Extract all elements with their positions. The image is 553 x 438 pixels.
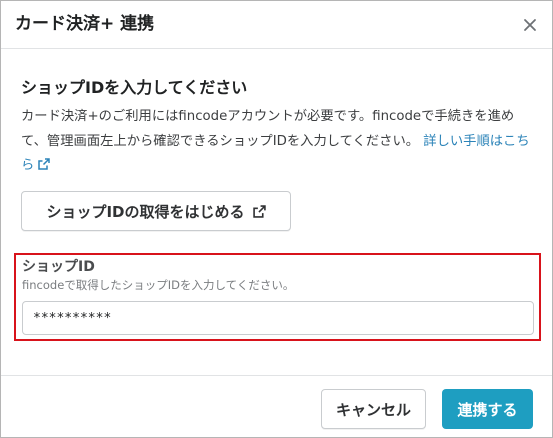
shop-id-label: ショップID xyxy=(22,259,95,275)
dialog-title: カード決済+ 連携 xyxy=(15,14,155,34)
cancel-button[interactable]: キャンセル xyxy=(321,389,426,429)
description: カード決済+のご利用にはfincodeアカウントが必要です。fincodeで手続… xyxy=(21,105,536,179)
shop-id-input[interactable] xyxy=(22,301,534,335)
external-link-icon xyxy=(38,158,51,170)
shop-id-field-group: ショップID fincodeで取得したショップIDを入力してください。 xyxy=(14,253,541,341)
start-shop-id-button[interactable]: ショップIDの取得をはじめる xyxy=(21,191,291,231)
dialog-footer: キャンセル 連携する xyxy=(1,375,552,437)
close-icon[interactable] xyxy=(519,14,541,36)
shop-id-help-text: fincodeで取得したショップIDを入力してください。 xyxy=(22,278,295,292)
connect-button[interactable]: 連携する xyxy=(442,389,533,429)
card-payment-dialog: カード決済+ 連携 ショップIDを入力してください カード決済+のご利用にはfi… xyxy=(0,0,553,438)
dialog-header: カード決済+ 連携 xyxy=(1,1,552,49)
start-shop-id-button-label: ショップIDの取得をはじめる xyxy=(46,202,245,221)
section-heading: ショップIDを入力してください xyxy=(21,78,248,97)
external-link-icon xyxy=(252,204,266,218)
